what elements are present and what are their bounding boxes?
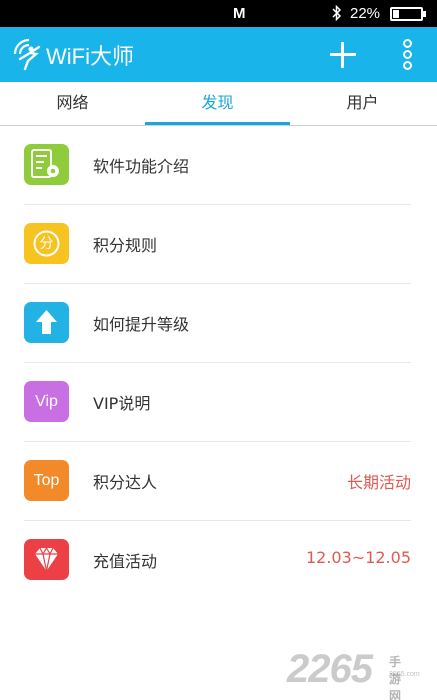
more-dot-icon — [403, 39, 412, 48]
points-icon: 分 — [24, 223, 69, 264]
wifi-person-logo-icon — [12, 36, 46, 72]
more-dot-icon — [403, 50, 412, 59]
tab-network[interactable]: 网络 — [0, 82, 145, 126]
top-icon-text: Top — [33, 472, 60, 489]
item-label: 积分达人 — [93, 473, 158, 492]
item-extra-text: 长期活动 — [346, 473, 411, 492]
list-item-level-up[interactable]: 如何提升等级 — [0, 284, 437, 363]
vip-icon-text: Vip — [35, 393, 58, 410]
points-icon-glyph: 分 — [39, 235, 54, 251]
item-label: 积分规则 — [93, 236, 158, 255]
item-label: 软件功能介绍 — [93, 157, 190, 176]
more-options-button[interactable] — [397, 39, 419, 71]
list-item-points-expert[interactable]: Top 积分达人 长期活动 — [0, 442, 437, 521]
battery-icon — [390, 7, 426, 21]
bluetooth-icon — [331, 4, 343, 22]
top-icon: Top — [24, 460, 69, 501]
list-item-vip[interactable]: Vip VIP说明 — [0, 363, 437, 442]
add-button[interactable] — [327, 39, 359, 71]
tab-user[interactable]: 用户 — [290, 82, 435, 126]
list-item-points-rules[interactable]: 分 积分规则 — [0, 205, 437, 284]
tab-bar: 网络 发现 用户 — [0, 82, 437, 126]
discover-list: 软件功能介绍 分 积分规则 如何提升等级 Vip VIP说明 Top 积分达人 … — [0, 126, 437, 600]
app-bar: WiFi大师 — [0, 27, 437, 82]
arrow-up-icon — [24, 302, 69, 343]
item-label: VIP说明 — [93, 394, 151, 413]
status-bar: M 22% — [0, 0, 437, 27]
list-item-recharge[interactable]: 充值活动 12.03~12.05 — [0, 521, 437, 600]
carrier-icon: M — [233, 5, 246, 22]
item-extra-text: 12.03~12.05 — [305, 548, 411, 567]
battery-level-fill — [393, 10, 399, 18]
diamond-icon — [24, 539, 69, 580]
more-dot-icon — [403, 61, 412, 70]
watermark-number: 2265 — [287, 647, 373, 691]
list-item-feature-intro[interactable]: 软件功能介绍 — [0, 126, 437, 205]
item-label: 充值活动 — [93, 552, 158, 571]
settings-list-icon — [24, 144, 69, 185]
watermark-sub: 2265.com — [389, 671, 420, 678]
app-title: WiFi大师 — [46, 44, 134, 69]
tab-discover[interactable]: 发现 — [145, 82, 290, 126]
battery-percent: 22% — [350, 5, 381, 22]
active-tab-indicator — [145, 122, 290, 125]
vip-icon: Vip — [24, 381, 69, 422]
item-label: 如何提升等级 — [93, 315, 190, 334]
